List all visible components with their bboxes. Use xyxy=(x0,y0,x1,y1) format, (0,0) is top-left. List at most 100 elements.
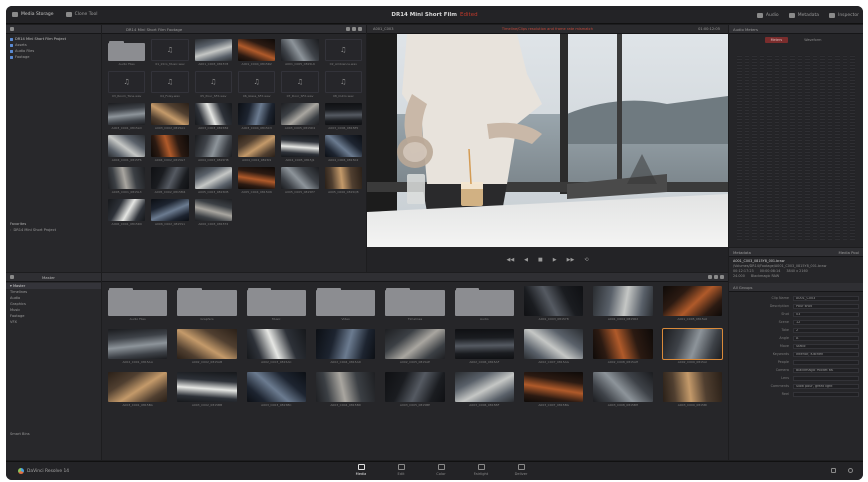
pool-search-icon[interactable] xyxy=(720,275,724,279)
media-clip[interactable]: A006_C001_0815R9 xyxy=(108,199,146,226)
reverse-play-button[interactable]: ◀ xyxy=(524,257,528,263)
panel-toggle-icon[interactable] xyxy=(10,27,14,31)
media-clip[interactable]: A001_C005_0815L6 xyxy=(662,286,722,321)
browser-view-options[interactable] xyxy=(346,27,362,31)
media-clip[interactable]: A001_C005_0815L6 xyxy=(281,39,319,66)
audio-clip[interactable]: ♫ 02_Ambience.wav xyxy=(324,39,362,66)
bin-folder[interactable]: Timelines xyxy=(385,286,445,321)
metadata-tab[interactable]: Media Pool xyxy=(839,250,859,255)
waveform-tab[interactable]: Waveform xyxy=(798,37,827,43)
media-clip[interactable]: A001_C004_0815R2 xyxy=(237,39,276,66)
media-clip[interactable]: A001_C003_0815Y8 xyxy=(194,39,232,66)
metadata-field-input[interactable]: A xyxy=(793,335,859,341)
media-clip[interactable]: A004_C002_0815G7 xyxy=(151,135,189,162)
metadata-field-input[interactable]: 12 xyxy=(793,319,859,325)
media-clip[interactable]: A005_C004_0815O6 xyxy=(237,167,276,194)
bin-list-toggle-icon[interactable] xyxy=(10,275,14,279)
media-clip[interactable]: A006_C002_0815S1 xyxy=(151,199,189,226)
metadata-button[interactable]: Metadata xyxy=(788,6,819,24)
media-clip[interactable]: A002_C006_0815AF xyxy=(454,329,514,364)
media-clip[interactable]: A002_C008_0815AH xyxy=(593,329,653,364)
media-clip[interactable]: A002_C009_0815AI xyxy=(661,328,723,364)
media-clip[interactable]: A004_C004_0815I9 xyxy=(237,135,276,162)
metadata-field-input[interactable] xyxy=(793,375,859,381)
media-clip[interactable]: A003_C001_0815LD xyxy=(108,103,146,130)
page-tab-edit[interactable]: Edit xyxy=(386,464,416,476)
audio-clip[interactable]: ♫ 06_Glass_SFX.wav xyxy=(237,71,276,98)
media-clip[interactable]: A005_C005_0815P7 xyxy=(281,167,319,194)
media-clip[interactable]: A002_C002_0815AB xyxy=(177,329,237,364)
pool-view-options[interactable] xyxy=(708,275,724,279)
bin-folder[interactable]: Graphics xyxy=(177,286,237,321)
metadata-field-input[interactable]: Blackmagic Pocket 6K xyxy=(793,367,859,373)
audio-clip[interactable]: ♫ 01_Intro_Music.wav xyxy=(151,39,189,66)
meters-tab[interactable]: Meters xyxy=(764,37,789,43)
storage-volume[interactable]: Footage xyxy=(6,54,101,60)
loop-button[interactable]: ⟲ xyxy=(584,257,588,263)
fast-forward-button[interactable]: ▶▶ xyxy=(567,257,575,263)
media-clip[interactable]: A004_C003_0815H8 xyxy=(194,135,232,162)
play-button[interactable]: ▶ xyxy=(553,257,557,263)
page-tab-fairlight[interactable]: Fairlight xyxy=(466,464,496,476)
audio-clip[interactable]: ♫ 08_Outro.wav xyxy=(324,71,362,98)
media-clip[interactable]: A003_C003_0815B2 xyxy=(194,103,232,130)
media-clip[interactable]: A003_C002_0815BB xyxy=(177,372,237,407)
media-clip[interactable]: A003_C001_0815BA xyxy=(108,372,168,407)
media-clip[interactable]: A003_C004_0815BD xyxy=(315,372,376,407)
media-clip[interactable]: A006_C003_0815T2 xyxy=(194,199,232,226)
bin-folder[interactable]: Audio xyxy=(454,286,514,321)
media-clip[interactable]: A004_C006_0815K2 xyxy=(324,135,362,162)
media-clip[interactable]: A003_C007_0815BG xyxy=(523,372,584,407)
pool-list-view-icon[interactable] xyxy=(708,275,712,279)
audio-button[interactable]: Audio xyxy=(756,6,779,24)
media-clip[interactable]: A002_C004_0815AD xyxy=(315,329,376,364)
media-clip[interactable]: A003_C003_0815BC xyxy=(246,372,306,407)
grid-view-icon[interactable] xyxy=(352,27,356,31)
media-storage-button[interactable]: Media Storage xyxy=(6,6,60,24)
media-clip[interactable]: A002_C005_0815AE xyxy=(385,329,445,364)
media-clip[interactable]: A005_C001_0815L3 xyxy=(108,167,146,194)
media-clip[interactable]: A003_C009_0815BI xyxy=(662,372,722,407)
metadata-field-input[interactable]: 2 xyxy=(793,327,859,333)
media-clip[interactable]: A004_C005_0815J1 xyxy=(281,135,319,162)
metadata-field-input[interactable] xyxy=(793,391,859,397)
list-view-icon[interactable] xyxy=(346,27,350,31)
bin-folder[interactable]: Audio Files xyxy=(108,286,168,321)
media-clip[interactable]: A005_C003_0815N5 xyxy=(194,167,232,194)
favorite-item[interactable]: › DR14 Mini Short Project xyxy=(6,227,101,233)
media-clip[interactable]: A003_C004_0815C3 xyxy=(237,103,276,130)
audio-clip[interactable]: ♫ 03_Room_Tone.wav xyxy=(108,71,146,98)
clone-tool-button[interactable]: Clone Tool xyxy=(60,6,104,24)
settings-icon[interactable] xyxy=(848,468,853,473)
metadata-field-input[interactable]: 03 xyxy=(793,311,859,317)
metadata-field-input[interactable]: A001_C003 xyxy=(793,295,859,301)
pool-grid-view-icon[interactable] xyxy=(714,275,718,279)
audio-clip[interactable]: ♫ 07_Door_SFX.wav xyxy=(281,71,319,98)
stop-button[interactable]: ■ xyxy=(538,257,543,263)
rewind-button[interactable]: ◀◀ xyxy=(506,257,514,263)
audio-clip[interactable]: ♫ 04_Foley.wav xyxy=(151,71,189,98)
inspector-button[interactable]: Inspector xyxy=(829,6,859,24)
metadata-field-input[interactable]: Static xyxy=(793,343,859,349)
media-clip[interactable]: A002_C007_0815AG xyxy=(523,329,584,364)
media-clip[interactable]: A003_C006_0815BF xyxy=(454,372,514,407)
media-clip[interactable]: A005_C002_0815M4 xyxy=(151,167,189,194)
media-clip[interactable]: A004_C001_0815F6 xyxy=(108,135,146,162)
media-clip[interactable]: A003_C008_0815BH xyxy=(593,372,653,407)
bin-item[interactable]: VFX xyxy=(6,319,101,325)
metadata-field-input[interactable]: Pour shot xyxy=(793,303,859,309)
page-tab-media[interactable]: Media xyxy=(346,464,376,476)
metadata-field-input[interactable]: Interior, Kitchen xyxy=(793,351,859,357)
media-clip[interactable]: A003_C005_0815BE xyxy=(385,372,445,407)
audio-clip[interactable]: ♫ 05_Pour_SFX.wav xyxy=(194,71,232,98)
bin-folder[interactable]: Video xyxy=(315,286,376,321)
media-clip[interactable]: A003_C005_0815D4 xyxy=(281,103,319,130)
media-clip[interactable]: A001_C004_0815R2 xyxy=(593,286,653,321)
media-clip[interactable]: A003_C002_0815A1 xyxy=(151,103,189,130)
bin-folder[interactable]: Music xyxy=(246,286,306,321)
media-clip[interactable]: A002_C003_0815AC xyxy=(246,329,306,364)
media-clip[interactable]: A002_C001_0815AA xyxy=(108,329,168,364)
project-manager-icon[interactable] xyxy=(831,468,836,473)
media-clip[interactable]: A003_C006_0815E5 xyxy=(324,103,362,130)
search-icon[interactable] xyxy=(358,27,362,31)
